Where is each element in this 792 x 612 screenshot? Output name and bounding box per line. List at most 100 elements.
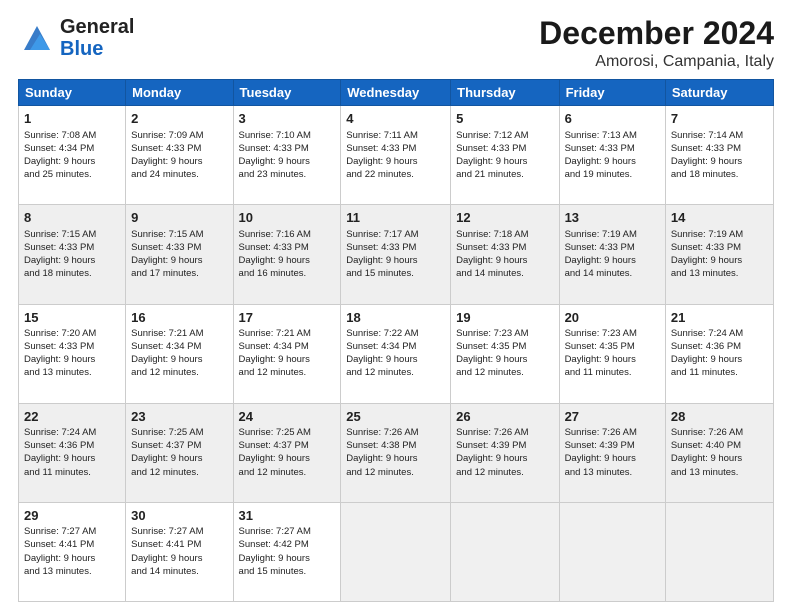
day-number: 4 <box>346 110 445 128</box>
page: General Blue December 2024 Amorosi, Camp… <box>0 0 792 612</box>
logo-icon <box>18 22 56 54</box>
day-info: Sunrise: 7:19 AMSunset: 4:33 PMDaylight:… <box>671 228 768 280</box>
day-info: Sunrise: 7:27 AMSunset: 4:41 PMDaylight:… <box>131 525 227 577</box>
day-info: Sunrise: 7:23 AMSunset: 4:35 PMDaylight:… <box>565 327 660 379</box>
day-cell: 26Sunrise: 7:26 AMSunset: 4:39 PMDayligh… <box>451 403 559 502</box>
day-number: 22 <box>24 408 120 426</box>
day-cell: 7Sunrise: 7:14 AMSunset: 4:33 PMDaylight… <box>665 106 773 205</box>
day-cell: 11Sunrise: 7:17 AMSunset: 4:33 PMDayligh… <box>341 205 451 304</box>
day-cell: 18Sunrise: 7:22 AMSunset: 4:34 PMDayligh… <box>341 304 451 403</box>
day-cell: 10Sunrise: 7:16 AMSunset: 4:33 PMDayligh… <box>233 205 341 304</box>
title-block: December 2024 Amorosi, Campania, Italy <box>539 16 774 71</box>
day-number: 10 <box>239 209 336 227</box>
logo-blue: Blue <box>60 38 103 60</box>
day-cell: 15Sunrise: 7:20 AMSunset: 4:33 PMDayligh… <box>19 304 126 403</box>
day-number: 8 <box>24 209 120 227</box>
day-cell: 30Sunrise: 7:27 AMSunset: 4:41 PMDayligh… <box>126 502 233 601</box>
day-info: Sunrise: 7:27 AMSunset: 4:41 PMDaylight:… <box>24 525 120 577</box>
day-info: Sunrise: 7:24 AMSunset: 4:36 PMDaylight:… <box>24 426 120 478</box>
day-number: 17 <box>239 309 336 327</box>
day-info: Sunrise: 7:15 AMSunset: 4:33 PMDaylight:… <box>24 228 120 280</box>
day-info: Sunrise: 7:11 AMSunset: 4:33 PMDaylight:… <box>346 129 445 181</box>
day-number: 28 <box>671 408 768 426</box>
day-info: Sunrise: 7:25 AMSunset: 4:37 PMDaylight:… <box>239 426 336 478</box>
day-info: Sunrise: 7:21 AMSunset: 4:34 PMDaylight:… <box>239 327 336 379</box>
day-cell: 4Sunrise: 7:11 AMSunset: 4:33 PMDaylight… <box>341 106 451 205</box>
day-info: Sunrise: 7:18 AMSunset: 4:33 PMDaylight:… <box>456 228 553 280</box>
day-cell: 6Sunrise: 7:13 AMSunset: 4:33 PMDaylight… <box>559 106 665 205</box>
day-info: Sunrise: 7:09 AMSunset: 4:33 PMDaylight:… <box>131 129 227 181</box>
day-cell: 20Sunrise: 7:23 AMSunset: 4:35 PMDayligh… <box>559 304 665 403</box>
weekday-monday: Monday <box>126 80 233 106</box>
day-number: 2 <box>131 110 227 128</box>
weekday-thursday: Thursday <box>451 80 559 106</box>
day-cell: 21Sunrise: 7:24 AMSunset: 4:36 PMDayligh… <box>665 304 773 403</box>
day-cell: 3Sunrise: 7:10 AMSunset: 4:33 PMDaylight… <box>233 106 341 205</box>
day-cell: 31Sunrise: 7:27 AMSunset: 4:42 PMDayligh… <box>233 502 341 601</box>
day-info: Sunrise: 7:26 AMSunset: 4:40 PMDaylight:… <box>671 426 768 478</box>
day-number: 26 <box>456 408 553 426</box>
day-number: 25 <box>346 408 445 426</box>
day-number: 29 <box>24 507 120 525</box>
day-number: 9 <box>131 209 227 227</box>
day-cell: 23Sunrise: 7:25 AMSunset: 4:37 PMDayligh… <box>126 403 233 502</box>
day-number: 5 <box>456 110 553 128</box>
weekday-header-row: SundayMondayTuesdayWednesdayThursdayFrid… <box>19 80 774 106</box>
day-number: 3 <box>239 110 336 128</box>
day-number: 11 <box>346 209 445 227</box>
week-row-4: 22Sunrise: 7:24 AMSunset: 4:36 PMDayligh… <box>19 403 774 502</box>
day-number: 31 <box>239 507 336 525</box>
day-info: Sunrise: 7:14 AMSunset: 4:33 PMDaylight:… <box>671 129 768 181</box>
day-cell <box>341 502 451 601</box>
day-cell: 13Sunrise: 7:19 AMSunset: 4:33 PMDayligh… <box>559 205 665 304</box>
day-number: 1 <box>24 110 120 128</box>
day-cell: 16Sunrise: 7:21 AMSunset: 4:34 PMDayligh… <box>126 304 233 403</box>
day-number: 19 <box>456 309 553 327</box>
weekday-tuesday: Tuesday <box>233 80 341 106</box>
day-info: Sunrise: 7:19 AMSunset: 4:33 PMDaylight:… <box>565 228 660 280</box>
day-cell: 2Sunrise: 7:09 AMSunset: 4:33 PMDaylight… <box>126 106 233 205</box>
day-info: Sunrise: 7:17 AMSunset: 4:33 PMDaylight:… <box>346 228 445 280</box>
day-number: 27 <box>565 408 660 426</box>
day-number: 6 <box>565 110 660 128</box>
day-cell: 1Sunrise: 7:08 AMSunset: 4:34 PMDaylight… <box>19 106 126 205</box>
day-number: 18 <box>346 309 445 327</box>
weekday-sunday: Sunday <box>19 80 126 106</box>
day-info: Sunrise: 7:26 AMSunset: 4:39 PMDaylight:… <box>565 426 660 478</box>
day-number: 15 <box>24 309 120 327</box>
day-number: 20 <box>565 309 660 327</box>
logo: General Blue <box>18 16 134 60</box>
day-cell: 28Sunrise: 7:26 AMSunset: 4:40 PMDayligh… <box>665 403 773 502</box>
logo-general: General <box>60 16 134 38</box>
day-number: 13 <box>565 209 660 227</box>
day-cell: 29Sunrise: 7:27 AMSunset: 4:41 PMDayligh… <box>19 502 126 601</box>
day-number: 24 <box>239 408 336 426</box>
day-cell: 14Sunrise: 7:19 AMSunset: 4:33 PMDayligh… <box>665 205 773 304</box>
day-info: Sunrise: 7:26 AMSunset: 4:38 PMDaylight:… <box>346 426 445 478</box>
day-info: Sunrise: 7:16 AMSunset: 4:33 PMDaylight:… <box>239 228 336 280</box>
weekday-wednesday: Wednesday <box>341 80 451 106</box>
day-cell: 22Sunrise: 7:24 AMSunset: 4:36 PMDayligh… <box>19 403 126 502</box>
day-cell: 9Sunrise: 7:15 AMSunset: 4:33 PMDaylight… <box>126 205 233 304</box>
day-info: Sunrise: 7:26 AMSunset: 4:39 PMDaylight:… <box>456 426 553 478</box>
day-info: Sunrise: 7:13 AMSunset: 4:33 PMDaylight:… <box>565 129 660 181</box>
day-number: 23 <box>131 408 227 426</box>
day-number: 7 <box>671 110 768 128</box>
day-cell: 8Sunrise: 7:15 AMSunset: 4:33 PMDaylight… <box>19 205 126 304</box>
day-info: Sunrise: 7:22 AMSunset: 4:34 PMDaylight:… <box>346 327 445 379</box>
day-cell: 17Sunrise: 7:21 AMSunset: 4:34 PMDayligh… <box>233 304 341 403</box>
calendar: SundayMondayTuesdayWednesdayThursdayFrid… <box>18 79 774 602</box>
week-row-1: 1Sunrise: 7:08 AMSunset: 4:34 PMDaylight… <box>19 106 774 205</box>
week-row-5: 29Sunrise: 7:27 AMSunset: 4:41 PMDayligh… <box>19 502 774 601</box>
day-number: 30 <box>131 507 227 525</box>
day-info: Sunrise: 7:27 AMSunset: 4:42 PMDaylight:… <box>239 525 336 577</box>
week-row-3: 15Sunrise: 7:20 AMSunset: 4:33 PMDayligh… <box>19 304 774 403</box>
day-number: 14 <box>671 209 768 227</box>
weekday-friday: Friday <box>559 80 665 106</box>
day-info: Sunrise: 7:23 AMSunset: 4:35 PMDaylight:… <box>456 327 553 379</box>
day-info: Sunrise: 7:08 AMSunset: 4:34 PMDaylight:… <box>24 129 120 181</box>
day-info: Sunrise: 7:15 AMSunset: 4:33 PMDaylight:… <box>131 228 227 280</box>
day-cell <box>665 502 773 601</box>
location-title: Amorosi, Campania, Italy <box>539 53 774 71</box>
month-title: December 2024 <box>539 16 774 51</box>
